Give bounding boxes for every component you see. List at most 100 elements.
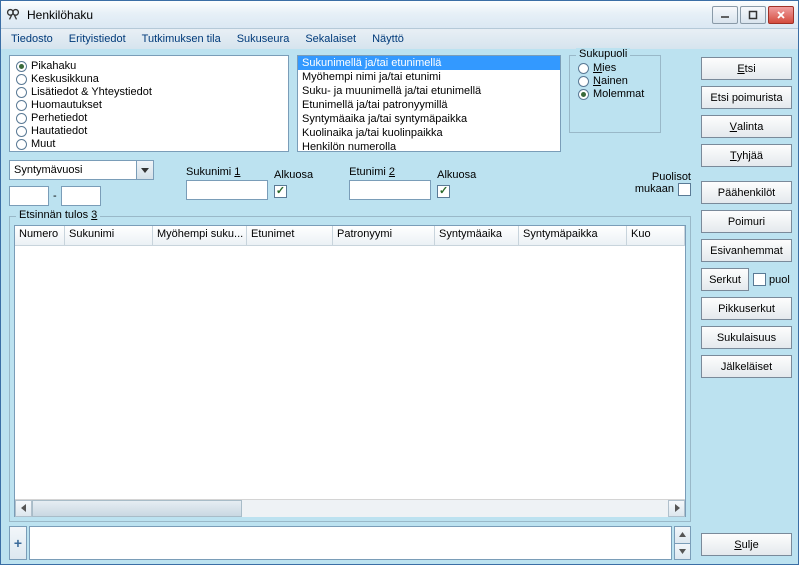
radio-label: Hautatiedot — [31, 125, 87, 137]
radio-hautatiedot[interactable]: Hautatiedot — [16, 125, 282, 137]
puol-label: puol — [769, 274, 790, 286]
add-button[interactable]: + — [9, 526, 27, 560]
col-syntymaaika[interactable]: Syntymäaika — [435, 226, 519, 246]
valinta-button[interactable]: Valinta — [701, 115, 792, 138]
radio-icon — [16, 100, 27, 111]
etunimi-input[interactable] — [349, 180, 431, 200]
puolisot-checkbox[interactable] — [678, 183, 691, 196]
alkuosa2-checkbox[interactable] — [437, 185, 450, 198]
radio-icon — [16, 139, 27, 150]
col-sukunimi[interactable]: Sukunimi — [65, 226, 153, 246]
puolisot-label1: Puolisot — [652, 171, 691, 183]
serkut-button[interactable]: Serkut — [701, 268, 749, 291]
menu-sukuseura[interactable]: Sukuseura — [229, 29, 298, 49]
list-item[interactable]: Syntymäaika ja/tai syntymäpaikka — [298, 112, 560, 126]
minimize-button[interactable] — [712, 6, 738, 24]
list-item[interactable]: Sukunimellä ja/tai etunimellä — [298, 56, 560, 70]
jalkelaiset-button[interactable]: Jälkeläiset — [701, 355, 792, 378]
radio-perhetiedot[interactable]: Perhetiedot — [16, 112, 282, 124]
table-header: Numero Sukunimi Myöhempi suku... Etunime… — [15, 226, 685, 246]
window-controls — [712, 6, 794, 24]
list-item[interactable]: Suku- ja muunimellä ja/tai etunimellä — [298, 84, 560, 98]
list-item[interactable]: Etunimellä ja/tai patronyymillä — [298, 98, 560, 112]
col-syntymapaikka[interactable]: Syntymäpaikka — [519, 226, 627, 246]
scroll-track[interactable] — [32, 500, 668, 517]
menu-naytto[interactable]: Näyttö — [364, 29, 412, 49]
radio-keskusikkuna[interactable]: Keskusikkuna — [16, 73, 282, 85]
col-etunimet[interactable]: Etunimet — [247, 226, 333, 246]
combo-syntymavuosi[interactable] — [9, 160, 154, 180]
scroll-left-icon[interactable] — [15, 500, 32, 517]
tyhjaa-button[interactable]: Tyhjää — [701, 144, 792, 167]
alkuosa2-block: Alkuosa — [437, 169, 476, 198]
notes-textarea[interactable] — [29, 526, 672, 560]
esivanhemmat-button[interactable]: Esivanhemmat — [701, 239, 792, 262]
filter-row: - Sukunimi 1 Alkuosa Etu — [9, 160, 691, 206]
sukunimi-block: Sukunimi 1 — [186, 166, 268, 200]
alkuosa1-block: Alkuosa — [274, 169, 313, 198]
radio-pikahaku[interactable]: Pikahaku — [16, 60, 282, 72]
pikkuserkut-button[interactable]: Pikkuserkut — [701, 297, 792, 320]
col-myohempi[interactable]: Myöhempi suku... — [153, 226, 247, 246]
etsi-button[interactable]: Etsi — [701, 57, 792, 80]
paahenkilot-button[interactable]: Päähenkilöt — [701, 181, 792, 204]
combo-input[interactable] — [9, 160, 137, 180]
col-kuo[interactable]: Kuo — [627, 226, 685, 246]
chevron-down-icon[interactable] — [137, 160, 154, 180]
puol-block: puol — [753, 273, 790, 286]
gender-fieldset: Sukupuoli Mies Nainen Molemmat — [569, 55, 661, 133]
sulje-button[interactable]: Sulje — [701, 533, 792, 556]
sukunimi-input[interactable] — [186, 180, 268, 200]
radio-molemmat[interactable]: Molemmat — [578, 88, 652, 100]
year-from-input[interactable] — [9, 186, 49, 206]
alkuosa1-checkbox[interactable] — [274, 185, 287, 198]
spin-up-icon[interactable] — [674, 526, 691, 543]
radio-lisatiedot[interactable]: Lisätiedot & Yhteystiedot — [16, 86, 282, 98]
window-title: Henkilöhaku — [27, 8, 712, 22]
radio-label: Perhetiedot — [31, 112, 87, 124]
menu-tutkimuksen-tila[interactable]: Tutkimuksen tila — [134, 29, 229, 49]
poimuri-button[interactable]: Poimuri — [701, 210, 792, 233]
maximize-button[interactable] — [740, 6, 766, 24]
menu-tiedosto[interactable]: Tiedosto — [3, 29, 61, 49]
radio-label: Mies — [593, 62, 616, 74]
year-to-input[interactable] — [61, 186, 101, 206]
radio-muut[interactable]: Muut — [16, 138, 282, 150]
radio-label: Lisätiedot & Yhteystiedot — [31, 86, 152, 98]
criteria-listbox[interactable]: Sukunimellä ja/tai etunimellä Myöhempi n… — [297, 55, 561, 152]
list-item[interactable]: Henkilön numerolla — [298, 140, 560, 152]
radio-huomautukset[interactable]: Huomautukset — [16, 99, 282, 111]
menu-erityistiedot[interactable]: Erityistiedot — [61, 29, 134, 49]
radio-nainen[interactable]: Nainen — [578, 75, 652, 87]
notes-spinner — [674, 526, 691, 560]
list-item[interactable]: Kuolinaika ja/tai kuolinpaikka — [298, 126, 560, 140]
radio-icon — [16, 74, 27, 85]
menu-sekalaiset[interactable]: Sekalaiset — [297, 29, 364, 49]
sukulaisuus-button[interactable]: Sukulaisuus — [701, 326, 792, 349]
client-area: Pikahaku Keskusikkuna Lisätiedot & Yhtey… — [1, 49, 798, 564]
puolisot-block: Puolisot mukaan — [635, 171, 691, 196]
results-table[interactable]: Numero Sukunimi Myöhempi suku... Etunime… — [14, 225, 686, 517]
table-body[interactable] — [15, 246, 685, 499]
radio-mies[interactable]: Mies — [578, 62, 652, 74]
alkuosa2-label: Alkuosa — [437, 169, 476, 181]
spin-down-icon[interactable] — [674, 543, 691, 561]
search-mode-panel: Pikahaku Keskusikkuna Lisätiedot & Yhtey… — [9, 55, 289, 152]
radio-icon — [578, 63, 589, 74]
serkut-row: Serkut puol — [701, 268, 792, 291]
etsi-poimurista-button[interactable]: Etsi poimurista — [701, 86, 792, 109]
horizontal-scrollbar[interactable] — [15, 499, 685, 516]
results-legend: Etsinnän tulos 3 — [16, 209, 100, 221]
scroll-right-icon[interactable] — [668, 500, 685, 517]
scroll-thumb[interactable] — [32, 500, 242, 517]
puol-checkbox[interactable] — [753, 273, 766, 286]
list-item[interactable]: Myöhempi nimi ja/tai etunimi — [298, 70, 560, 84]
col-numero[interactable]: Numero — [15, 226, 65, 246]
col-patronyymi[interactable]: Patronyymi — [333, 226, 435, 246]
dash-label: - — [53, 190, 57, 202]
alkuosa1-label: Alkuosa — [274, 169, 313, 181]
sukunimi-label: Sukunimi 1 — [186, 166, 268, 178]
radio-icon — [578, 89, 589, 100]
close-button[interactable] — [768, 6, 794, 24]
radio-label: Muut — [31, 138, 55, 150]
